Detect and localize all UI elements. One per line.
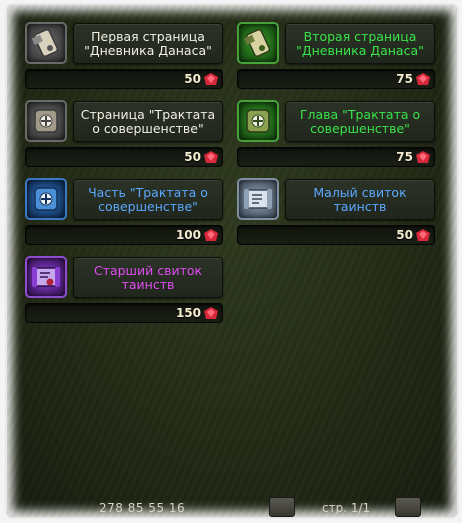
treatise-part-blue-icon[interactable]	[25, 178, 67, 220]
shop-item[interactable]: Часть "Трактата о совершенстве" 100	[25, 178, 225, 254]
ruby-gem-icon	[204, 150, 218, 163]
item-name-text: Страница "Трактата о совершенстве"	[80, 106, 216, 136]
price-box: 75	[237, 147, 435, 167]
shop-item[interactable]: Страница "Трактата о совершенстве" 50	[25, 100, 225, 176]
currency-balance: 278 85 55 16	[99, 501, 186, 515]
item-name-text: Малый свиток таинств	[313, 184, 407, 214]
item-name: Первая страница "Дневника Данаса"	[73, 23, 223, 64]
diary-page-green-icon[interactable]	[237, 22, 279, 64]
item-price: 75	[396, 150, 413, 164]
price-box: 50	[25, 147, 223, 167]
minor-scroll-icon[interactable]	[237, 178, 279, 220]
ruby-gem-icon	[204, 72, 218, 85]
item-price: 50	[396, 228, 413, 242]
major-scroll-icon[interactable]	[25, 256, 67, 298]
treatise-page-gray-icon[interactable]	[25, 100, 67, 142]
ruby-gem-icon	[204, 306, 218, 319]
price-box: 100	[25, 225, 223, 245]
item-price: 150	[175, 306, 201, 320]
shop-item[interactable]: Первая страница "Дневника Данаса" 50	[25, 22, 225, 98]
treatise-chapter-green-icon[interactable]	[237, 100, 279, 142]
ruby-gem-icon	[416, 72, 430, 85]
shop-item[interactable]: Вторая страница "Дневника Данаса" 75	[237, 22, 437, 98]
ruby-gem-icon	[204, 228, 218, 241]
item-name-text: Вторая страница "Дневника Данаса"	[296, 28, 424, 58]
item-price: 50	[184, 72, 201, 86]
shop-panel: Первая страница "Дневника Данаса" 50 Вто…	[7, 5, 457, 517]
shop-item[interactable]: Старший свиток таинств 150	[25, 256, 225, 332]
item-price: 50	[184, 150, 201, 164]
price-box: 150	[25, 303, 223, 323]
page-indicator: стр. 1/1	[322, 501, 371, 515]
item-name: Глава "Трактата о совершенстве"	[285, 101, 435, 142]
item-price: 100	[175, 228, 201, 242]
item-price: 75	[396, 72, 413, 86]
diary-page-gray-icon[interactable]	[25, 22, 67, 64]
price-box: 50	[25, 69, 223, 89]
item-name-text: Первая страница "Дневника Данаса"	[84, 28, 212, 58]
next-page-button[interactable]	[395, 497, 421, 517]
price-box: 50	[237, 225, 435, 245]
shop-item[interactable]: Глава "Трактата о совершенстве" 75	[237, 100, 437, 176]
shop-item[interactable]: Малый свиток таинств 50	[237, 178, 437, 254]
item-name: Страница "Трактата о совершенстве"	[73, 101, 223, 142]
item-name-text: Старший свиток таинств	[93, 262, 203, 292]
price-box: 75	[237, 69, 435, 89]
item-name: Вторая страница "Дневника Данаса"	[285, 23, 435, 64]
item-name-text: Часть "Трактата о совершенстве"	[88, 184, 208, 214]
item-name: Часть "Трактата о совершенстве"	[73, 179, 223, 220]
item-name: Старший свиток таинств	[73, 257, 223, 298]
item-name-text: Глава "Трактата о совершенстве"	[299, 106, 421, 136]
ruby-gem-icon	[416, 150, 430, 163]
item-name: Малый свиток таинств	[285, 179, 435, 220]
prev-page-button[interactable]	[269, 497, 295, 517]
ruby-gem-icon	[416, 228, 430, 241]
shop-footer: 278 85 55 16 стр. 1/1	[7, 495, 457, 517]
